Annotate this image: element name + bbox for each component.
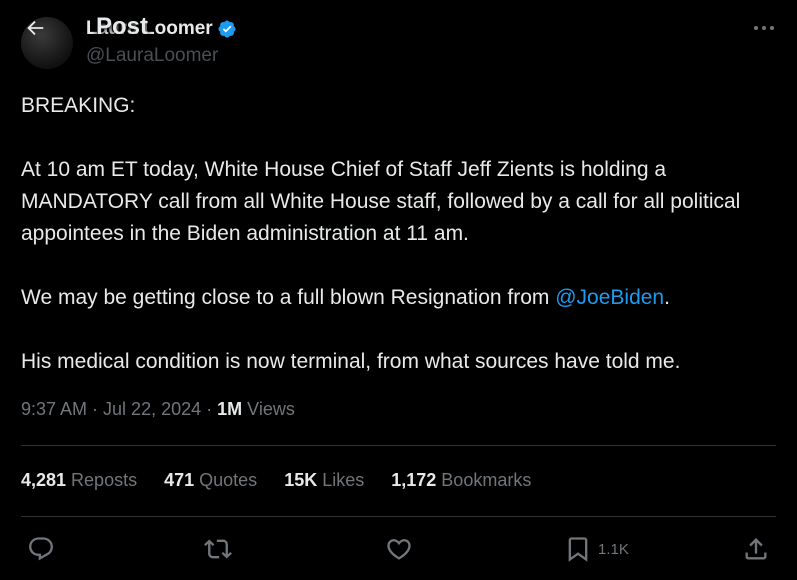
quotes-count: 471 — [164, 470, 195, 490]
reposts-stat[interactable]: 4,281 Reposts — [21, 470, 137, 491]
post-date[interactable]: Jul 22, 2024 — [103, 399, 201, 419]
bookmark-button[interactable]: 1.1K — [564, 532, 629, 566]
meta-separator: · — [201, 399, 218, 419]
repost-button[interactable] — [204, 532, 232, 566]
post-time[interactable]: 9:37 AM — [21, 399, 87, 419]
quotes-stat[interactable]: 471 Quotes — [164, 470, 257, 491]
post-text: BREAKING: At 10 am ET today, White House… — [21, 90, 777, 378]
post-line-breaking: BREAKING: — [21, 94, 136, 117]
back-arrow-icon[interactable] — [22, 15, 48, 41]
page-title: Post — [96, 13, 149, 40]
reposts-label: Reposts — [66, 470, 138, 490]
like-icon — [385, 535, 413, 563]
quotes-label: Quotes — [194, 470, 258, 490]
post-paragraph-medical: His medical condition is now terminal, f… — [21, 350, 681, 373]
views-label: Views — [242, 399, 295, 419]
author-handle[interactable]: @LauraLoomer — [86, 45, 218, 67]
verified-badge-icon — [217, 19, 237, 39]
likes-label: Likes — [317, 470, 365, 490]
action-bar: 1.1K — [0, 532, 797, 568]
post-text-segment: We may be getting close to a full blown … — [21, 286, 556, 309]
bookmarks-count: 1,172 — [391, 470, 437, 490]
reply-icon — [27, 535, 55, 563]
divider — [21, 516, 776, 517]
post-paragraph-resignation: We may be getting close to a full blown … — [21, 282, 777, 314]
reply-button[interactable] — [27, 532, 55, 566]
bookmark-count: 1.1K — [598, 540, 629, 558]
divider — [21, 445, 776, 446]
post-header: Laura Loomer Post @LauraLoomer — [0, 0, 797, 74]
post-stats: 4,281 Reposts 471 Quotes 15K Likes 1,172… — [21, 470, 558, 491]
more-icon[interactable] — [752, 18, 776, 38]
post-paragraph-zients: At 10 am ET today, White House Chief of … — [21, 158, 741, 245]
likes-stat[interactable]: 15K Likes — [284, 470, 364, 491]
meta-separator: · — [87, 399, 104, 419]
views-count: 1M — [217, 399, 243, 419]
bookmarks-label: Bookmarks — [436, 470, 532, 490]
like-button[interactable] — [385, 532, 413, 566]
share-button[interactable] — [742, 532, 770, 566]
likes-count: 15K — [284, 470, 318, 490]
mention-link[interactable]: @JoeBiden — [555, 286, 664, 309]
share-icon — [742, 535, 770, 563]
post-meta: 9:37 AM · Jul 22, 2024 · 1M Views — [21, 399, 295, 420]
post-text-segment: . — [664, 286, 670, 309]
bookmark-icon — [564, 535, 592, 563]
reposts-count: 4,281 — [21, 470, 67, 490]
repost-icon — [204, 535, 232, 563]
bookmarks-stat[interactable]: 1,172 Bookmarks — [391, 470, 531, 491]
